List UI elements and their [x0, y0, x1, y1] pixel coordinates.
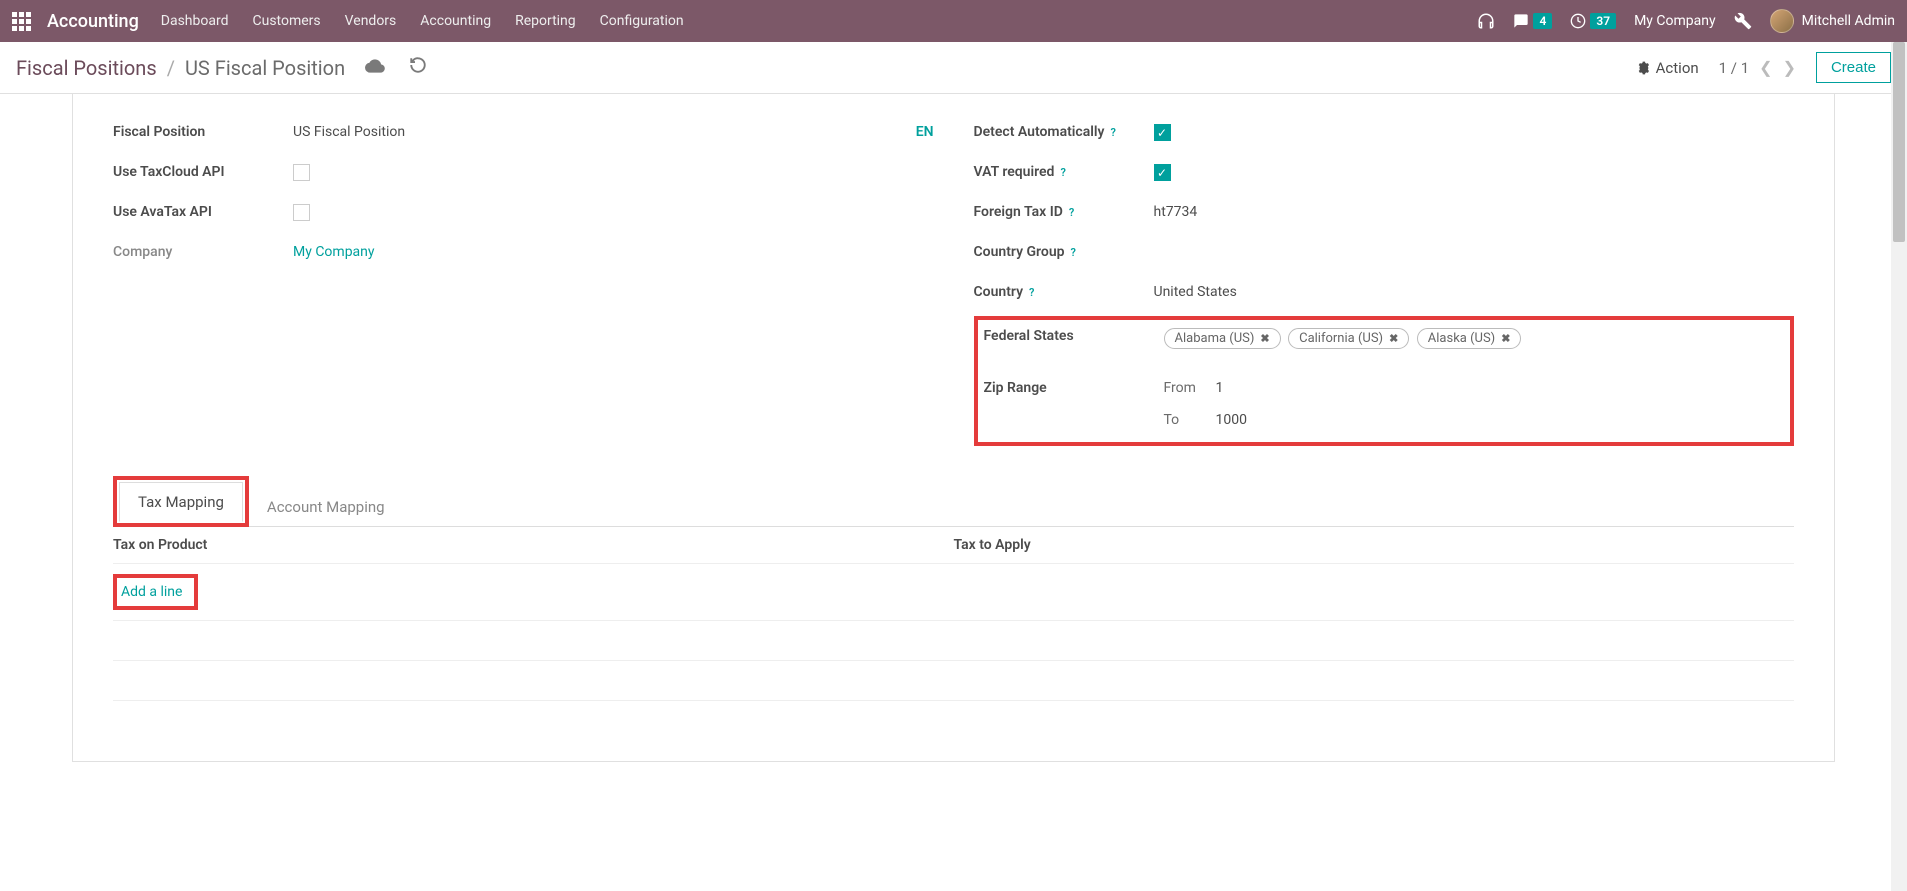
breadcrumb-parent[interactable]: Fiscal Positions: [16, 56, 157, 80]
detect-auto-label: Detect Automatically?: [974, 124, 1154, 140]
notebook-tabs: Tax Mapping Account Mapping: [113, 476, 1794, 527]
tab-account-mapping[interactable]: Account Mapping: [249, 488, 403, 526]
control-bar: Fiscal Positions / US Fiscal Position Ac…: [0, 42, 1907, 94]
state-tag[interactable]: California (US)✖: [1288, 328, 1409, 349]
col-tax-to-apply: Tax to Apply: [954, 537, 1795, 553]
company-label: Company: [113, 244, 293, 260]
form-right-column: Detect Automatically? VAT required? Fore…: [974, 124, 1795, 446]
vertical-scrollbar[interactable]: [1891, 42, 1907, 891]
user-avatar: [1770, 9, 1794, 33]
apps-icon[interactable]: [12, 12, 31, 31]
fiscal-position-label: Fiscal Position: [113, 124, 293, 140]
company-value[interactable]: My Company: [293, 244, 934, 260]
highlighted-region-states-zip: Federal States Alabama (US)✖ California …: [974, 316, 1795, 446]
remove-tag-icon[interactable]: ✖: [1389, 332, 1398, 345]
action-button[interactable]: Action: [1636, 59, 1699, 77]
nav-accounting[interactable]: Accounting: [420, 13, 491, 29]
detect-auto-checkbox[interactable]: [1154, 124, 1171, 141]
state-tag[interactable]: Alaska (US)✖: [1417, 328, 1522, 349]
tab-tax-mapping[interactable]: Tax Mapping: [119, 482, 243, 522]
pager-count[interactable]: 1 / 1: [1719, 59, 1750, 77]
country-value[interactable]: United States: [1154, 284, 1795, 300]
taxcloud-label: Use TaxCloud API: [113, 164, 293, 180]
app-brand[interactable]: Accounting: [47, 11, 139, 32]
nav-dashboard[interactable]: Dashboard: [161, 13, 229, 29]
fiscal-position-value[interactable]: US Fiscal Position: [293, 124, 405, 140]
pager: 1 / 1 ❮ ❯: [1719, 58, 1796, 77]
create-button[interactable]: Create: [1816, 52, 1891, 83]
top-navbar: Accounting Dashboard Customers Vendors A…: [0, 0, 1907, 42]
company-selector[interactable]: My Company: [1634, 13, 1716, 29]
help-icon[interactable]: ?: [1029, 286, 1034, 299]
empty-row: [113, 621, 1794, 661]
scrollbar-thumb[interactable]: [1893, 42, 1905, 242]
messages-badge: 4: [1533, 13, 1552, 29]
state-tag[interactable]: Alabama (US)✖: [1164, 328, 1281, 349]
federal-states-tags[interactable]: Alabama (US)✖ California (US)✖ Alaska (U…: [1164, 328, 1785, 349]
remove-tag-icon[interactable]: ✖: [1260, 332, 1269, 345]
nav-customers[interactable]: Customers: [253, 13, 321, 29]
zip-from-label: From: [1164, 380, 1208, 396]
breadcrumb-separator: /: [167, 56, 175, 80]
cloud-save-icon[interactable]: [365, 56, 385, 80]
help-icon[interactable]: ?: [1069, 206, 1074, 219]
activities-icon[interactable]: 37: [1570, 13, 1616, 29]
help-icon[interactable]: ?: [1060, 166, 1065, 179]
activities-badge: 37: [1590, 13, 1616, 29]
breadcrumb: Fiscal Positions / US Fiscal Position: [16, 56, 345, 80]
help-icon[interactable]: ?: [1071, 246, 1076, 259]
pager-prev-icon[interactable]: ❮: [1759, 58, 1772, 77]
empty-row: [113, 661, 1794, 701]
vat-required-checkbox[interactable]: [1154, 164, 1171, 181]
avatax-label: Use AvaTax API: [113, 204, 293, 220]
highlighted-tax-mapping-tab: Tax Mapping: [113, 476, 249, 527]
zip-from-value[interactable]: 1: [1216, 380, 1224, 396]
taxcloud-checkbox[interactable]: [293, 164, 310, 181]
form-sheet: Fiscal Position US Fiscal Position EN Us…: [72, 94, 1835, 762]
add-line-link[interactable]: Add a line: [121, 584, 182, 600]
country-label: Country?: [974, 284, 1154, 300]
form-left-column: Fiscal Position US Fiscal Position EN Us…: [113, 124, 934, 446]
country-group-label: Country Group?: [974, 244, 1154, 260]
breadcrumb-current: US Fiscal Position: [185, 56, 345, 80]
zip-range-label: Zip Range: [984, 380, 1164, 396]
debug-tools-icon[interactable]: [1734, 12, 1752, 30]
vat-required-label: VAT required?: [974, 164, 1154, 180]
user-name: Mitchell Admin: [1802, 13, 1895, 29]
col-tax-on-product: Tax on Product: [113, 537, 954, 553]
support-icon[interactable]: [1477, 12, 1495, 30]
nav-vendors[interactable]: Vendors: [345, 13, 397, 29]
nav-reporting[interactable]: Reporting: [515, 13, 576, 29]
pager-next-icon[interactable]: ❯: [1783, 58, 1796, 77]
tax-mapping-headers: Tax on Product Tax to Apply: [113, 527, 1794, 564]
highlighted-add-line: Add a line: [113, 574, 198, 610]
lang-en-tag[interactable]: EN: [916, 124, 934, 140]
federal-states-label: Federal States: [984, 328, 1164, 344]
remove-tag-icon[interactable]: ✖: [1501, 332, 1510, 345]
zip-to-value[interactable]: 1000: [1216, 412, 1247, 428]
discard-icon[interactable]: [409, 56, 427, 80]
help-icon[interactable]: ?: [1110, 126, 1115, 139]
top-nav: Dashboard Customers Vendors Accounting R…: [161, 13, 684, 29]
zip-to-label: To: [1164, 412, 1208, 428]
nav-configuration[interactable]: Configuration: [600, 13, 684, 29]
foreign-tax-label: Foreign Tax ID?: [974, 204, 1154, 220]
avatax-checkbox[interactable]: [293, 204, 310, 221]
user-menu[interactable]: Mitchell Admin: [1770, 9, 1895, 33]
messages-icon[interactable]: 4: [1513, 13, 1552, 29]
foreign-tax-value[interactable]: ht7734: [1154, 204, 1795, 220]
